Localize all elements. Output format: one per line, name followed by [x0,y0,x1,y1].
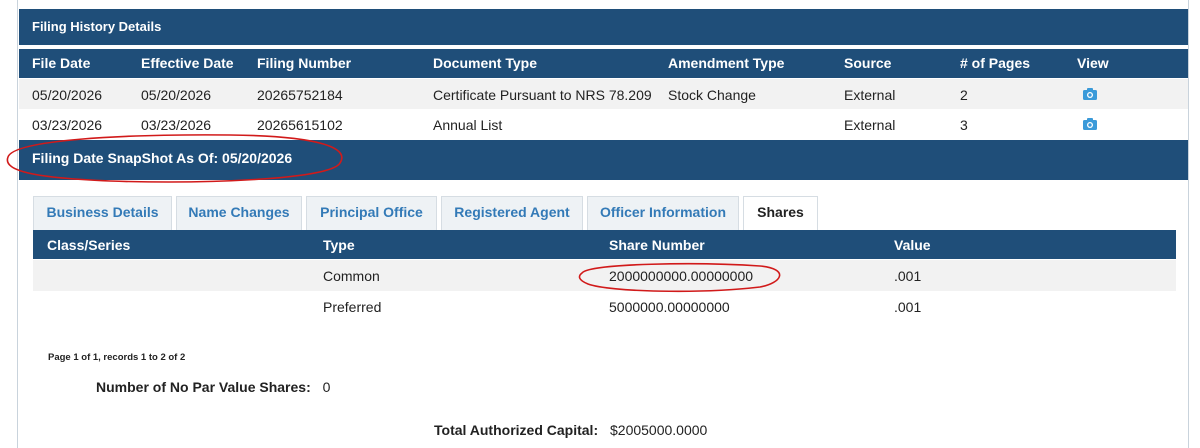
camera-icon[interactable] [1083,118,1097,130]
effective-date-cell: 03/23/2026 [141,117,212,133]
no-par-label: Number of No Par Value Shares: [96,379,311,395]
file-date-cell: 03/23/2026 [32,117,103,133]
share-number-cell: 2000000000.00000000 [609,268,754,284]
tab-officer-information[interactable]: Officer Information [587,196,739,230]
value-cell: .001 [894,299,922,315]
tab-name-changes[interactable]: Name Changes [176,196,302,230]
filing-history-title: Filing History Details [19,9,1188,45]
frame-right-border [1188,0,1189,448]
header-view: View [1077,55,1109,71]
shares-header-row: Class/Series Type Share Number Value [33,230,1176,259]
header-file-date: File Date [32,55,91,71]
header-type: Type [323,237,355,253]
total-capital-label: Total Authorized Capital: [434,422,599,438]
table-row: Common 2000000000.00000000 .001 [33,260,1176,291]
amendment-type-cell: Stock Change [668,87,756,103]
snapshot-date-bar: Filing Date SnapShot As Of: 05/20/2026 [19,140,1188,180]
table-row: Preferred 5000000.00000000 .001 [33,291,1176,322]
table-row: 05/20/2026 05/20/2026 20265752184 Certif… [19,79,1188,109]
file-date-cell: 05/20/2026 [32,87,103,103]
share-number-cell: 5000000.00000000 [609,299,730,315]
document-type-cell: Annual List [433,117,503,133]
camera-icon[interactable] [1083,88,1097,100]
header-source: Source [844,55,892,71]
no-par-value-shares: Number of No Par Value Shares: 0 [96,379,330,395]
type-cell: Preferred [323,299,382,315]
header-effective-date: Effective Date [141,55,234,71]
filing-number-cell: 20265752184 [257,87,343,103]
tab-registered-agent[interactable]: Registered Agent [441,196,583,230]
header-value: Value [894,237,931,253]
header-amendment-type: Amendment Type [668,55,785,71]
header-share-number: Share Number [609,237,705,253]
tab-shares[interactable]: Shares [743,196,818,231]
pages-cell: 3 [960,117,968,133]
header-pages: # of Pages [960,55,1031,71]
header-filing-number: Filing Number [257,55,352,71]
type-cell: Common [323,268,380,284]
effective-date-cell: 05/20/2026 [141,87,212,103]
pages-cell: 2 [960,87,968,103]
header-class-series: Class/Series [47,237,131,253]
frame-left-border [17,0,18,448]
filing-history-header-row: File Date Effective Date Filing Number D… [19,49,1188,78]
header-document-type: Document Type [433,55,537,71]
value-cell: .001 [894,268,922,284]
table-row: 03/23/2026 03/23/2026 20265615102 Annual… [19,109,1188,139]
total-authorized-capital: Total Authorized Capital: $2005000.0000 [434,422,707,438]
tab-principal-office[interactable]: Principal Office [306,196,437,230]
no-par-value: 0 [322,379,331,395]
pagination-info: Page 1 of 1, records 1 to 2 of 2 [48,352,186,363]
document-type-cell: Certificate Pursuant to NRS 78.209 [433,87,652,103]
filing-number-cell: 20265615102 [257,117,343,133]
total-capital-value: $2005000.0000 [610,422,708,438]
source-cell: External [844,117,896,133]
source-cell: External [844,87,896,103]
tab-business-details[interactable]: Business Details [33,196,172,230]
